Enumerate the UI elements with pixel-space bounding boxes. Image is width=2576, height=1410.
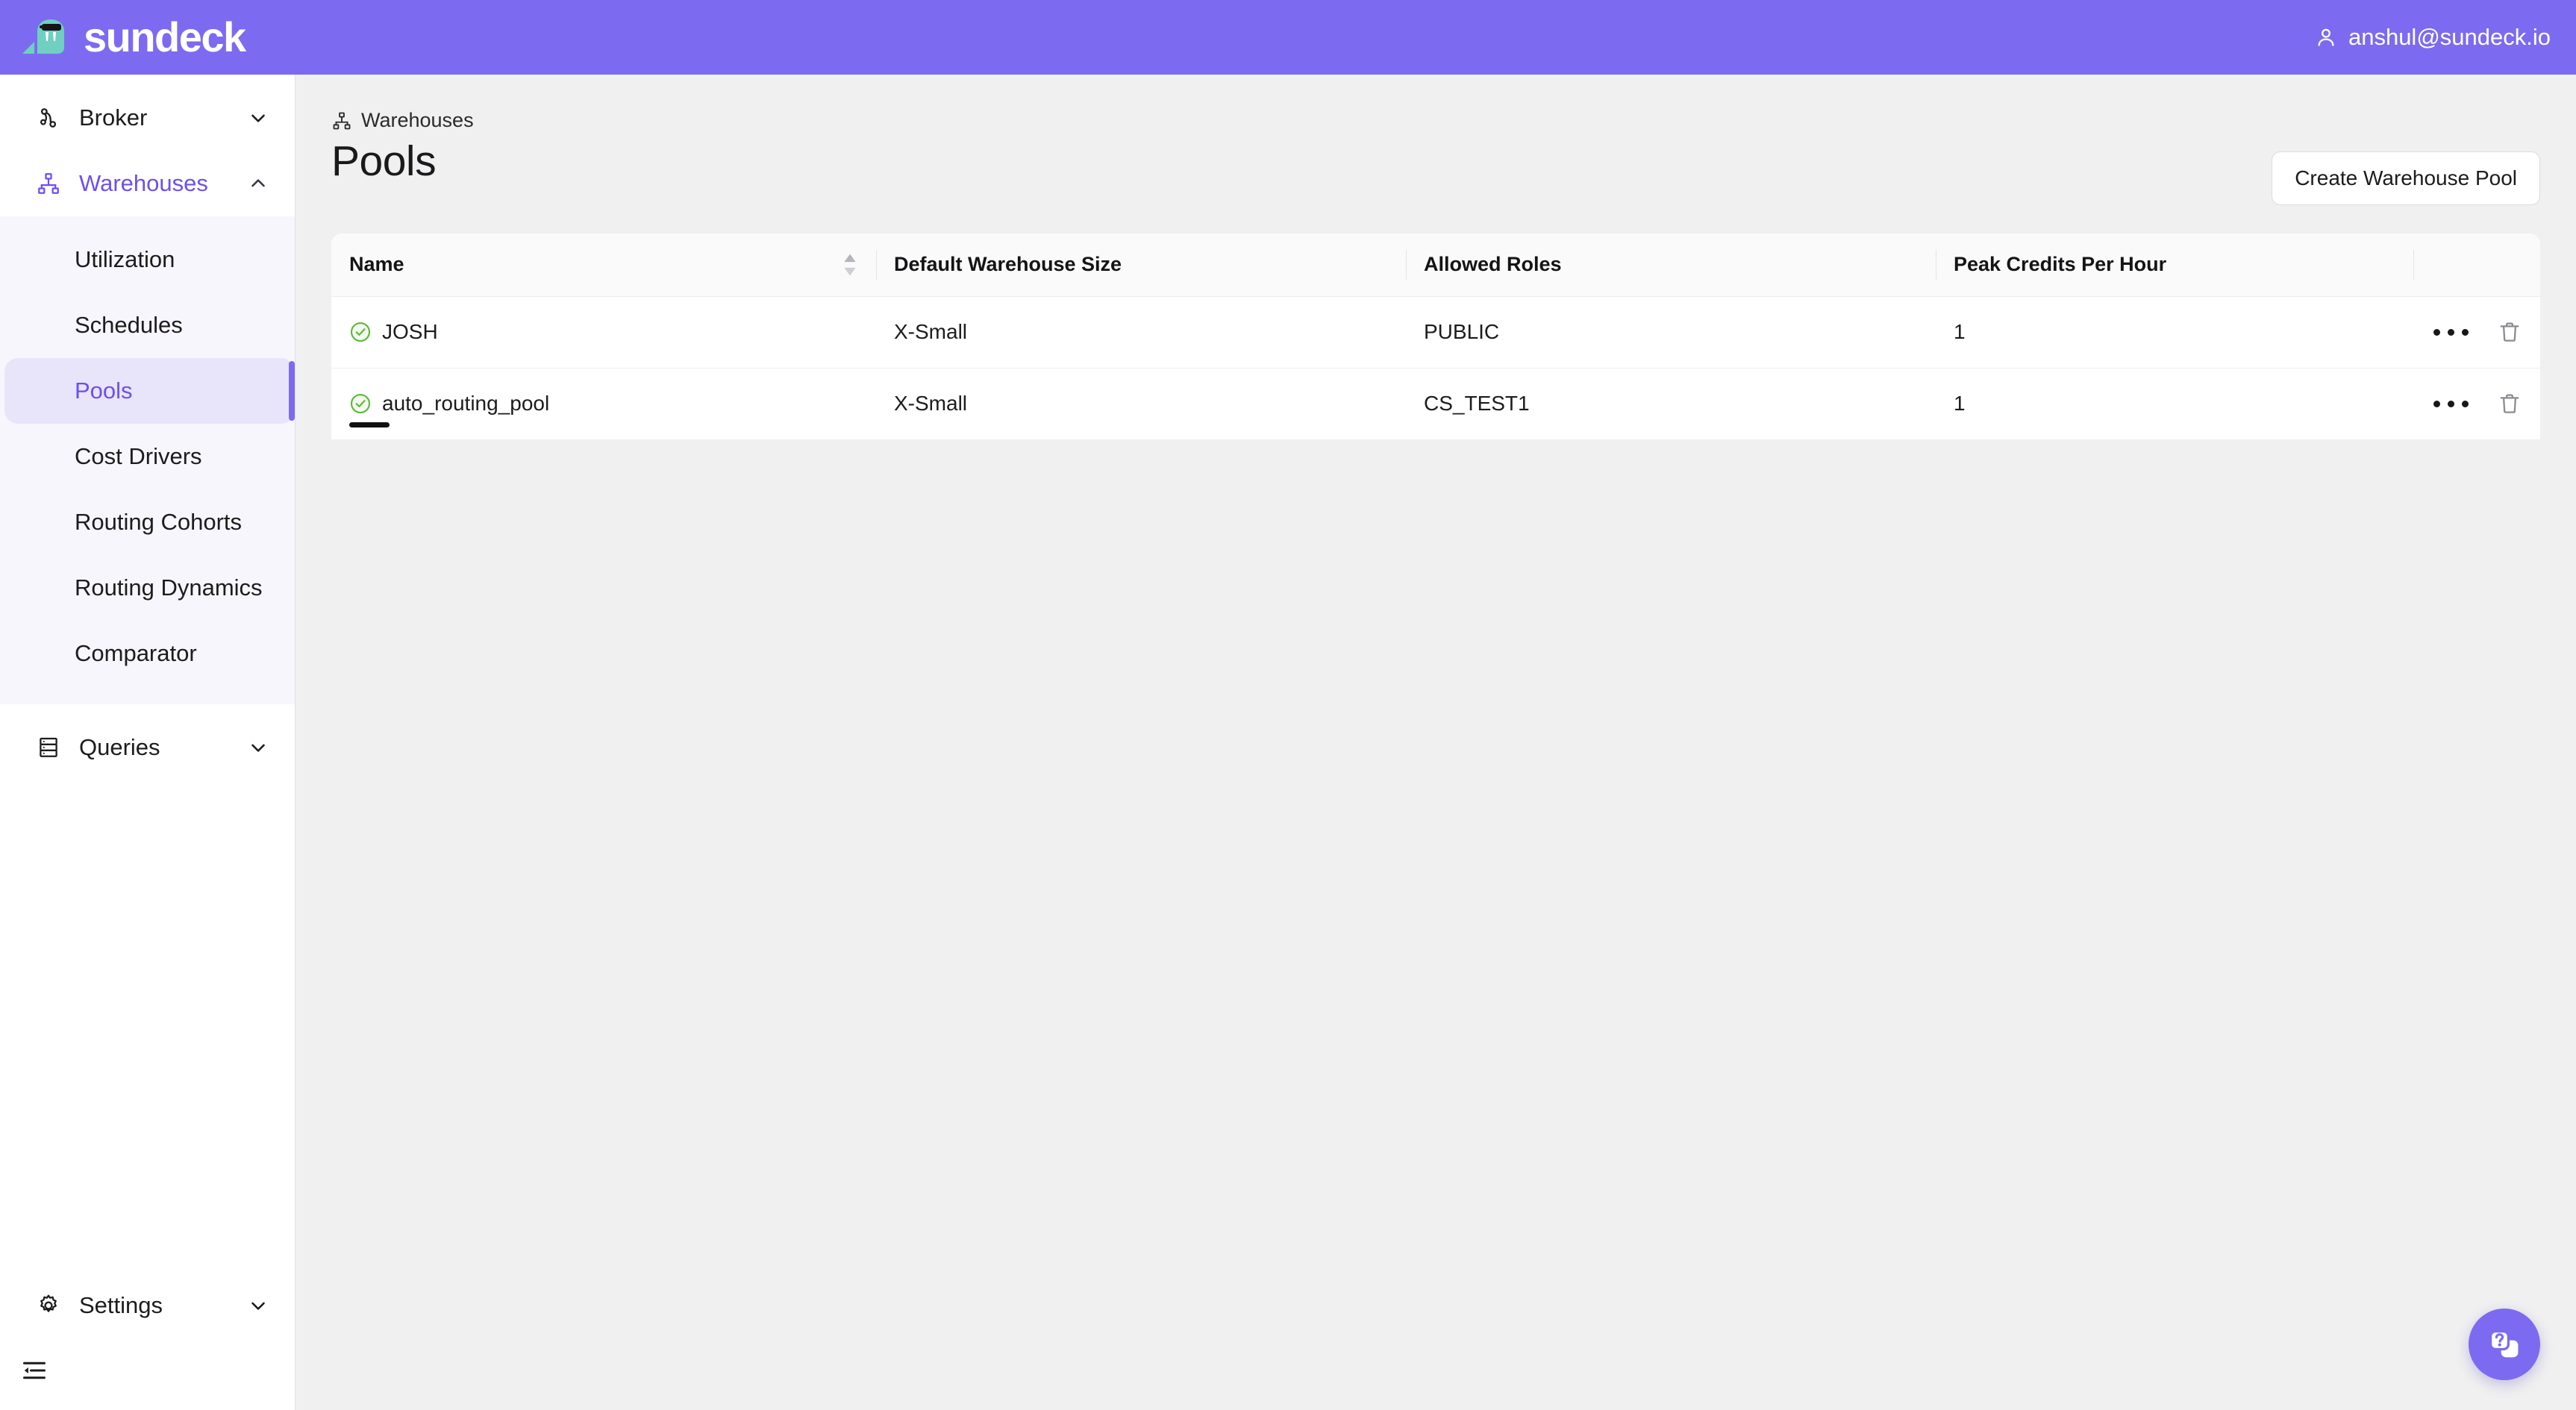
sort-arrows-icon[interactable] (842, 252, 858, 278)
breadcrumb[interactable]: Warehouses (331, 109, 2540, 132)
brand-name: sundeck (84, 13, 246, 60)
pool-name: auto_routing_pool (382, 392, 550, 416)
column-header-label: Name (349, 253, 404, 276)
sidebar-primary-group: Broker Warehouses (0, 75, 295, 216)
sidebar-item-label: Warehouses (79, 170, 208, 196)
collapse-sidebar-icon (21, 1357, 48, 1384)
cell-peak-credits-per-hour: 1 (1936, 296, 2413, 369)
broker-nodes-icon (36, 105, 61, 131)
cell-actions (2413, 296, 2540, 369)
chevron-down-icon[interactable] (247, 107, 269, 129)
cell-default-warehouse-size: X-Small (876, 296, 1406, 369)
sidebar-item-schedules[interactable]: Schedules (0, 292, 295, 358)
sidebar-item-routing-cohorts[interactable]: Routing Cohorts (0, 489, 295, 555)
column-header-allowed-roles[interactable]: Allowed Roles (1406, 234, 1936, 297)
sidebar-warehouses-submenu: Utilization Schedules Pools Cost Drivers… (0, 216, 295, 704)
more-options-icon[interactable] (2427, 323, 2475, 342)
cell-default-warehouse-size: X-Small (894, 392, 968, 416)
user-email: anshul@sundeck.io (2348, 24, 2551, 50)
sidebar-item-comparator[interactable]: Comparator (0, 621, 295, 686)
pools-table-card: Name Default Warehouse Size Allowed Role… (331, 234, 2540, 439)
user-menu[interactable]: anshul@sundeck.io (2314, 24, 2551, 51)
sidebar-item-label: Settings (79, 1292, 163, 1318)
sidebar-item-utilization[interactable]: Utilization (0, 227, 295, 292)
collapse-sidebar-button[interactable] (0, 1338, 295, 1403)
brand[interactable]: sundeck (21, 16, 246, 58)
table-row[interactable]: auto_routing_pool X-Small CS_TEST1 1 (331, 368, 2540, 439)
sidebar-bottom-group: Settings (0, 1273, 295, 1410)
table-header-row: Name Default Warehouse Size Allowed Role… (331, 234, 2540, 297)
sidebar-item-settings[interactable]: Settings (0, 1273, 295, 1338)
user-icon (2314, 25, 2338, 49)
page-title: Pools (331, 137, 437, 185)
main-content: Warehouses Pools Create Warehouse Pool N… (296, 75, 2576, 1410)
sidebar-queries-group: Queries (0, 704, 295, 791)
app-shell: Broker Warehouses Utilization Schedules … (0, 75, 2576, 1410)
warehouses-hierarchy-icon (36, 171, 61, 196)
table-head: Name Default Warehouse Size Allowed Role… (331, 234, 2540, 297)
column-header-default-warehouse-size[interactable]: Default Warehouse Size (876, 234, 1406, 297)
sidebar-item-label: Queries (79, 734, 160, 760)
cell-name: JOSH (331, 296, 876, 369)
chevron-down-icon[interactable] (247, 736, 269, 759)
sidebar-item-broker[interactable]: Broker (0, 85, 295, 151)
gear-icon (36, 1293, 61, 1318)
more-options-icon[interactable] (2427, 395, 2475, 413)
table-body: JOSH X-Small PUBLIC 1 auto_routing_pool … (331, 296, 2540, 439)
help-cards-icon (2485, 1325, 2524, 1364)
help-button[interactable] (2469, 1309, 2540, 1380)
sidebar-item-routing-dynamics[interactable]: Routing Dynamics (0, 555, 295, 621)
cell-peak-credits-per-hour: 1 (1954, 392, 1966, 416)
cell-allowed-roles: PUBLIC (1406, 296, 1936, 369)
cell-allowed-roles: CS_TEST1 (1424, 392, 1530, 416)
create-warehouse-pool-button[interactable]: Create Warehouse Pool (2272, 151, 2540, 205)
server-stack-icon (36, 735, 61, 760)
walrus-logo-icon (21, 16, 73, 58)
sidebar-item-warehouses[interactable]: Warehouses (0, 151, 295, 216)
check-circle-icon (349, 392, 372, 415)
page-header: Pools Create Warehouse Pool (331, 137, 2540, 205)
sidebar-item-queries[interactable]: Queries (0, 715, 295, 780)
column-header-name[interactable]: Name (331, 234, 876, 297)
trash-icon[interactable] (2497, 319, 2522, 345)
pools-table: Name Default Warehouse Size Allowed Role… (331, 234, 2540, 439)
top-bar: sundeck anshul@sundeck.io (0, 0, 2576, 75)
sidebar: Broker Warehouses Utilization Schedules … (0, 75, 296, 1410)
breadcrumb-label: Warehouses (361, 109, 474, 131)
sidebar-spacer (0, 791, 295, 1273)
trash-icon[interactable] (2497, 391, 2522, 416)
column-header-actions (2413, 234, 2540, 297)
check-circle-icon (349, 321, 372, 343)
table-row[interactable]: JOSH X-Small PUBLIC 1 (331, 296, 2540, 369)
pool-name: JOSH (382, 320, 438, 343)
warehouses-hierarchy-icon (331, 110, 352, 131)
sidebar-item-cost-drivers[interactable]: Cost Drivers (0, 424, 295, 489)
column-header-peak-credits-per-hour[interactable]: Peak Credits Per Hour (1936, 234, 2413, 297)
cell-actions (2413, 368, 2540, 439)
chevron-down-icon[interactable] (247, 1294, 269, 1317)
chevron-up-icon[interactable] (247, 172, 269, 195)
cell-name: auto_routing_pool (331, 368, 876, 439)
sidebar-item-pools[interactable]: Pools (4, 358, 295, 424)
sidebar-item-label: Broker (79, 104, 148, 131)
